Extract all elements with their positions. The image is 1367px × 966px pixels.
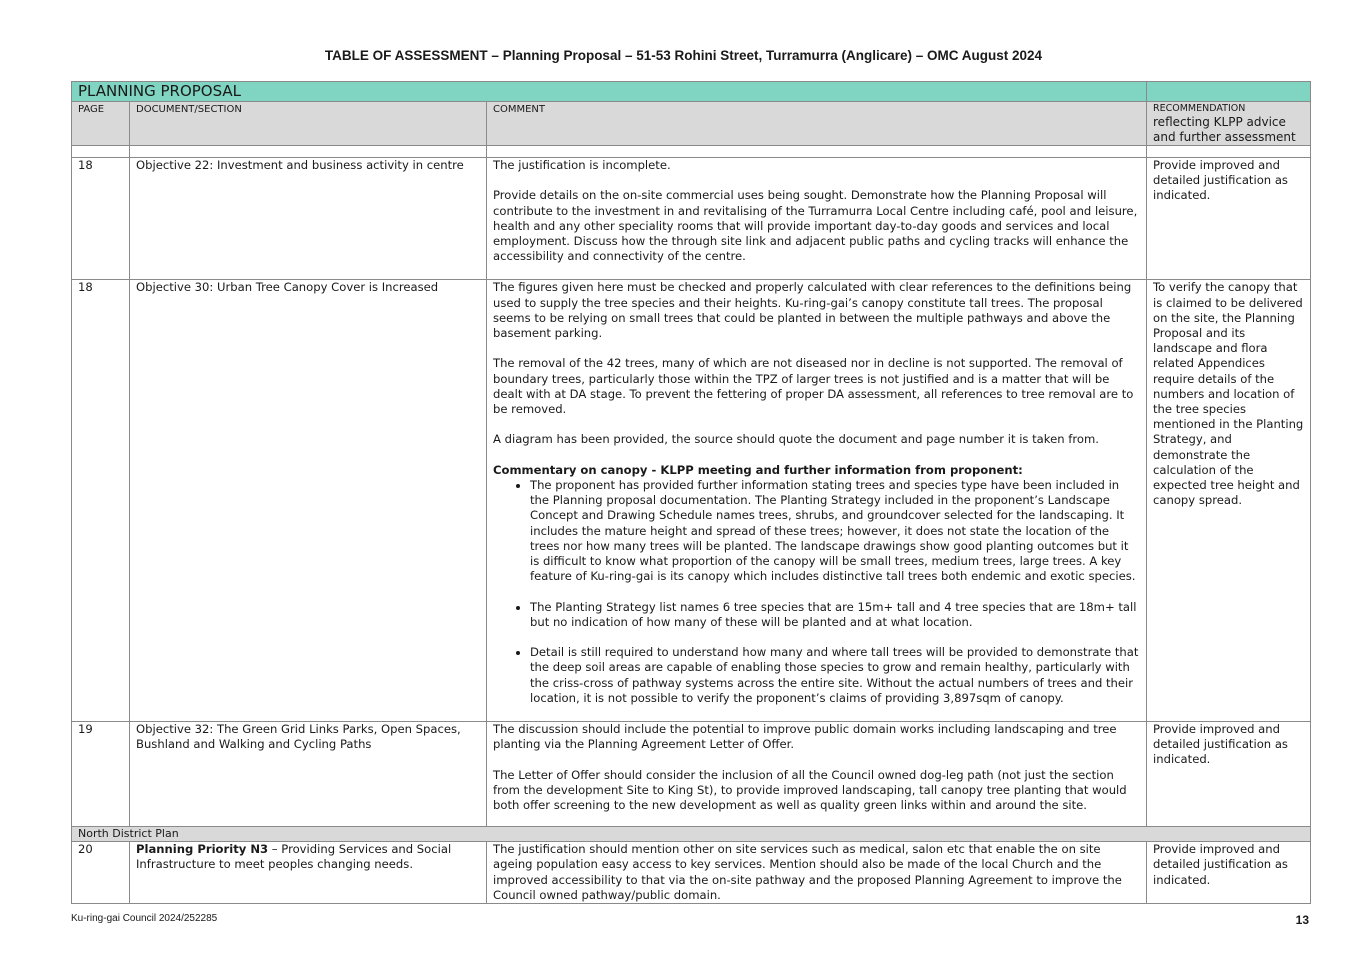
comment-paragraph: The Letter of Offer should consider the … xyxy=(493,767,1127,813)
section-bold: Planning Priority N3 xyxy=(136,842,269,857)
table-band-row: PLANNING PROPOSAL xyxy=(70,81,1312,102)
header-rec-big: reflecting KLPP advice and further asses… xyxy=(1153,115,1296,144)
comment-paragraph: The removal of the 42 trees, many of whi… xyxy=(493,356,1134,417)
row-page: 18 xyxy=(71,156,130,281)
header-page: PAGE xyxy=(71,101,130,146)
bullet-item: Detail is still required to understand h… xyxy=(530,645,1140,706)
row-recommendation: Provide improved and detailed justificat… xyxy=(1146,721,1312,828)
table-header-row: PAGE DOCUMENT/SECTION COMMENT RECOMMENDA… xyxy=(71,101,1312,146)
row-recommendation: Provide improved and detailed justificat… xyxy=(1146,156,1312,281)
bullet-item: The Planting Strategy list names 6 tree … xyxy=(530,600,1140,630)
section-label: North District Plan xyxy=(70,826,1312,843)
bullet-item: The proponent has provided further infor… xyxy=(530,478,1140,584)
table-row: 18 Objective 22: Investment and business… xyxy=(71,156,1312,281)
row-recommendation: Provide improved and detailed justificat… xyxy=(1146,841,1312,905)
row-comment: The figures given here must be checked a… xyxy=(485,279,1148,723)
header-comment: COMMENT xyxy=(485,101,1148,146)
page-number: 13 xyxy=(1295,913,1309,927)
header-rec-small: RECOMMENDATION xyxy=(1153,103,1246,114)
comment-paragraph: A diagram has been provided, the source … xyxy=(493,432,1099,447)
page-title: TABLE OF ASSESSMENT – Planning Proposal … xyxy=(324,48,1043,63)
header-recommendation: RECOMMENDATION reflecting KLPP advice an… xyxy=(1146,101,1312,146)
row-comment: The justification should mention other o… xyxy=(485,841,1148,905)
spacer-row xyxy=(71,145,1312,158)
row-comment: The discussion should include the potent… xyxy=(485,721,1148,828)
row-comment: The justification is incomplete. Provide… xyxy=(485,156,1148,281)
row-page: 19 xyxy=(71,721,130,828)
section-row: North District Plan xyxy=(70,826,1312,843)
row-section: Planning Priority N3 – Providing Service… xyxy=(129,841,487,905)
table-row: 19 Objective 32: The Green Grid Links Pa… xyxy=(71,721,1312,828)
comment-paragraph: The discussion should include the potent… xyxy=(493,722,1117,752)
comment-paragraph: The justification is incomplete. xyxy=(493,158,671,172)
header-section: DOCUMENT/SECTION xyxy=(129,101,487,146)
row-page: 18 xyxy=(71,279,130,723)
table-row: 18 Objective 30: Urban Tree Canopy Cover… xyxy=(71,279,1312,723)
commentary-bullets: The proponent has provided further infor… xyxy=(493,478,1140,706)
document-reference: Ku-ring-gai Council 2024/252285 xyxy=(71,913,218,924)
assessment-table: PLANNING PROPOSAL PAGE DOCUMENT/SECTION … xyxy=(70,81,1312,905)
row-page: 20 xyxy=(71,841,130,905)
table-row: 20 Planning Priority N3 – Providing Serv… xyxy=(71,841,1312,905)
commentary-heading: Commentary on canopy - KLPP meeting and … xyxy=(493,462,1023,477)
row-recommendation: To verify the canopy that is claimed to … xyxy=(1146,279,1312,723)
row-section: Objective 22: Investment and business ac… xyxy=(129,156,487,281)
comment-paragraph: Provide details on the on-site commercia… xyxy=(493,188,1138,264)
row-section: Objective 30: Urban Tree Canopy Cover is… xyxy=(129,279,487,723)
band-empty-cell xyxy=(1146,81,1312,102)
row-section: Objective 32: The Green Grid Links Parks… xyxy=(129,721,487,828)
band-label: PLANNING PROPOSAL xyxy=(70,81,1148,102)
comment-paragraph: The figures given here must be checked a… xyxy=(493,280,1132,341)
